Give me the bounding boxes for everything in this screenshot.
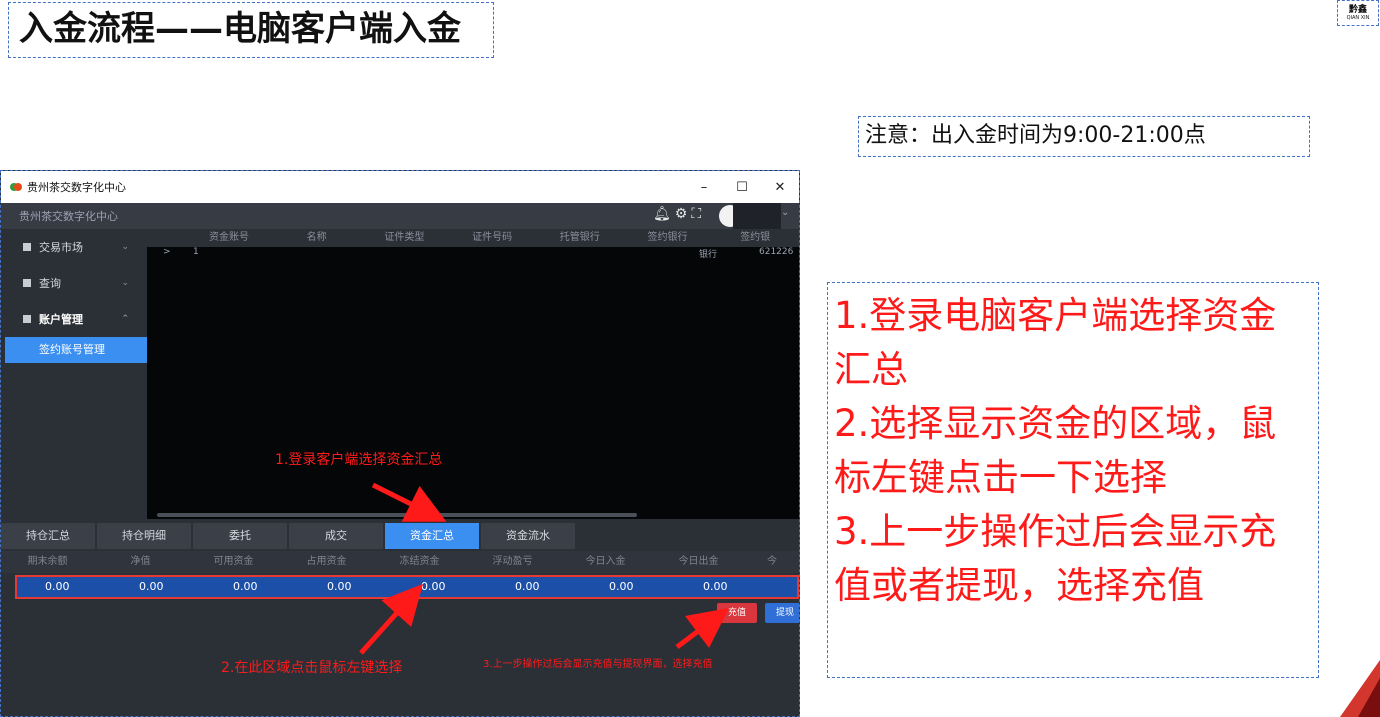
withdraw-button[interactable]: 提现 <box>765 603 799 623</box>
chevron-down-icon: ⌄ <box>121 278 129 288</box>
table-cell: 0.00 <box>327 580 352 593</box>
column-header[interactable]: 占用资金 <box>280 551 373 573</box>
sidebar-item-account-management[interactable]: 账户管理 ⌃ <box>1 301 147 337</box>
user-name-redacted <box>733 203 781 229</box>
column-header[interactable]: 今 <box>745 551 799 573</box>
sidebar: 交易市场 ⌄ 查询 ⌄ 账户管理 ⌃ 签约账号管理 <box>1 229 147 519</box>
menu-square-icon <box>23 279 31 287</box>
bell-icon[interactable]: 🔔︎ <box>653 206 671 222</box>
maximize-button[interactable]: ☐ <box>723 171 761 203</box>
table-row[interactable]: > 1 银行 621226 <box>147 247 799 261</box>
column-header[interactable]: 今日入金 <box>559 551 652 573</box>
sidebar-item-label: 交易市场 <box>39 241 83 254</box>
table-cell: 1 <box>193 247 199 257</box>
app-logo-icon <box>10 183 22 191</box>
app-header: 贵州茶交数字化中心 🔔︎ ⚙︎ ⛶ ⌄ <box>1 203 799 229</box>
close-button[interactable]: ✕ <box>761 171 799 203</box>
tab-orders[interactable]: 委托 <box>193 523 287 549</box>
logo-sub: QIAN XIN <box>1346 15 1370 21</box>
annotation-step-1: 1.登录客户端选择资金汇总 <box>275 452 443 468</box>
gear-icon[interactable]: ⚙︎ <box>675 206 688 222</box>
bottom-tabs: 持仓汇总 持仓明细 委托 成交 资金汇总 资金流水 <box>1 523 799 549</box>
window-titlebar: 贵州茶交数字化中心 – ☐ ✕ <box>1 171 799 203</box>
column-header[interactable]: 净值 <box>94 551 187 573</box>
sidebar-item-trading-market[interactable]: 交易市场 ⌄ <box>1 229 147 265</box>
tab-fund-flow[interactable]: 资金流水 <box>481 523 575 549</box>
window-title: 贵州茶交数字化中心 <box>27 181 126 194</box>
notice-text: 注意：出入金时间为9:00-21:00点 <box>858 116 1310 157</box>
chevron-up-icon: ⌃ <box>121 314 129 324</box>
tab-position-detail[interactable]: 持仓明细 <box>97 523 191 549</box>
annotation-step-2: 2.在此区域点击鼠标左键选择 <box>221 660 403 676</box>
horizontal-scrollbar[interactable] <box>157 513 637 517</box>
steps-box: 1.登录电脑客户端选择资金汇总 2.选择显示资金的区域，鼠标左键点击一下选择 3… <box>827 282 1319 678</box>
column-header[interactable]: 签约银 <box>711 229 799 247</box>
chevron-down-icon: ⌄ <box>121 242 129 252</box>
column-header[interactable]: 名称 <box>273 229 361 247</box>
column-header[interactable]: 托管银行 <box>536 229 624 247</box>
fund-table-header: 期末余额 净值 可用资金 占用资金 冻结资金 浮动盈亏 今日入金 今日出金 今 <box>1 551 799 573</box>
annotation-step-3: 3.上一步操作过后会显示充值与提现界面，选择充值 <box>483 659 713 670</box>
table-cell: 621226 <box>759 247 794 257</box>
company-logo: 黔鑫 QIAN XIN <box>1337 0 1379 26</box>
column-header[interactable]: 签约银行 <box>624 229 712 247</box>
slide: 入金流程——电脑客户端入金 黔鑫 QIAN XIN 注意：出入金时间为9:00-… <box>0 0 1380 717</box>
row-expand-icon[interactable]: > <box>163 247 171 257</box>
sidebar-item-query[interactable]: 查询 ⌄ <box>1 265 147 301</box>
step-3: 3.上一步操作过后会显示充值或者提现，选择充值 <box>834 510 1277 607</box>
table-cell: 0.00 <box>139 580 164 593</box>
main-content: 资金账号 名称 证件类型 证件号码 托管银行 签约银行 签约银 > 1 银行 6… <box>147 229 799 519</box>
chevron-down-icon[interactable]: ⌄ <box>781 207 789 218</box>
step-2: 2.选择显示资金的区域，鼠标左键点击一下选择 <box>834 402 1277 499</box>
table-cell: 0.00 <box>421 580 446 593</box>
table-cell: 0.00 <box>609 580 634 593</box>
fund-table-row[interactable]: 0.00 0.00 0.00 0.00 0.00 0.00 0.00 0.00 <box>15 575 799 599</box>
slide-title: 入金流程——电脑客户端入金 <box>8 2 494 58</box>
table-cell: 银行 <box>699 250 718 260</box>
column-header[interactable]: 浮动盈亏 <box>466 551 559 573</box>
tab-position-summary[interactable]: 持仓汇总 <box>1 523 95 549</box>
column-header[interactable]: 可用资金 <box>187 551 280 573</box>
tab-fund-summary[interactable]: 资金汇总 <box>385 523 479 549</box>
column-header[interactable]: 期末余额 <box>1 551 94 573</box>
tab-trades[interactable]: 成交 <box>289 523 383 549</box>
sidebar-subitem-signed-account[interactable]: 签约账号管理 <box>5 337 147 363</box>
fullscreen-icon[interactable]: ⛶ <box>691 206 701 222</box>
logo-name: 黔鑫 <box>1348 5 1367 15</box>
column-header[interactable]: 证件类型 <box>361 229 449 247</box>
table-header: 资金账号 名称 证件类型 证件号码 托管银行 签约银行 签约银 <box>147 229 799 247</box>
minimize-button[interactable]: – <box>685 171 723 203</box>
column-header[interactable]: 冻结资金 <box>373 551 466 573</box>
app-window: 贵州茶交数字化中心 – ☐ ✕ 贵州茶交数字化中心 🔔︎ ⚙︎ ⛶ ⌄ 交易市场… <box>0 170 800 717</box>
menu-square-icon <box>23 243 31 251</box>
table-cell: 0.00 <box>233 580 258 593</box>
sidebar-item-label: 账户管理 <box>39 313 83 326</box>
step-1: 1.登录电脑客户端选择资金汇总 <box>834 294 1277 391</box>
recharge-button[interactable]: 充值 <box>717 603 757 623</box>
table-cell: 0.00 <box>703 580 728 593</box>
corner-decoration <box>1340 660 1380 717</box>
menu-square-icon <box>23 315 31 323</box>
app-header-title: 贵州茶交数字化中心 <box>19 210 118 223</box>
table-cell: 0.00 <box>45 580 70 593</box>
column-header[interactable]: 资金账号 <box>185 229 273 247</box>
table-cell: 0.00 <box>515 580 540 593</box>
sidebar-item-label: 查询 <box>39 277 61 290</box>
column-header[interactable]: 证件号码 <box>448 229 536 247</box>
column-header[interactable]: 今日出金 <box>652 551 745 573</box>
